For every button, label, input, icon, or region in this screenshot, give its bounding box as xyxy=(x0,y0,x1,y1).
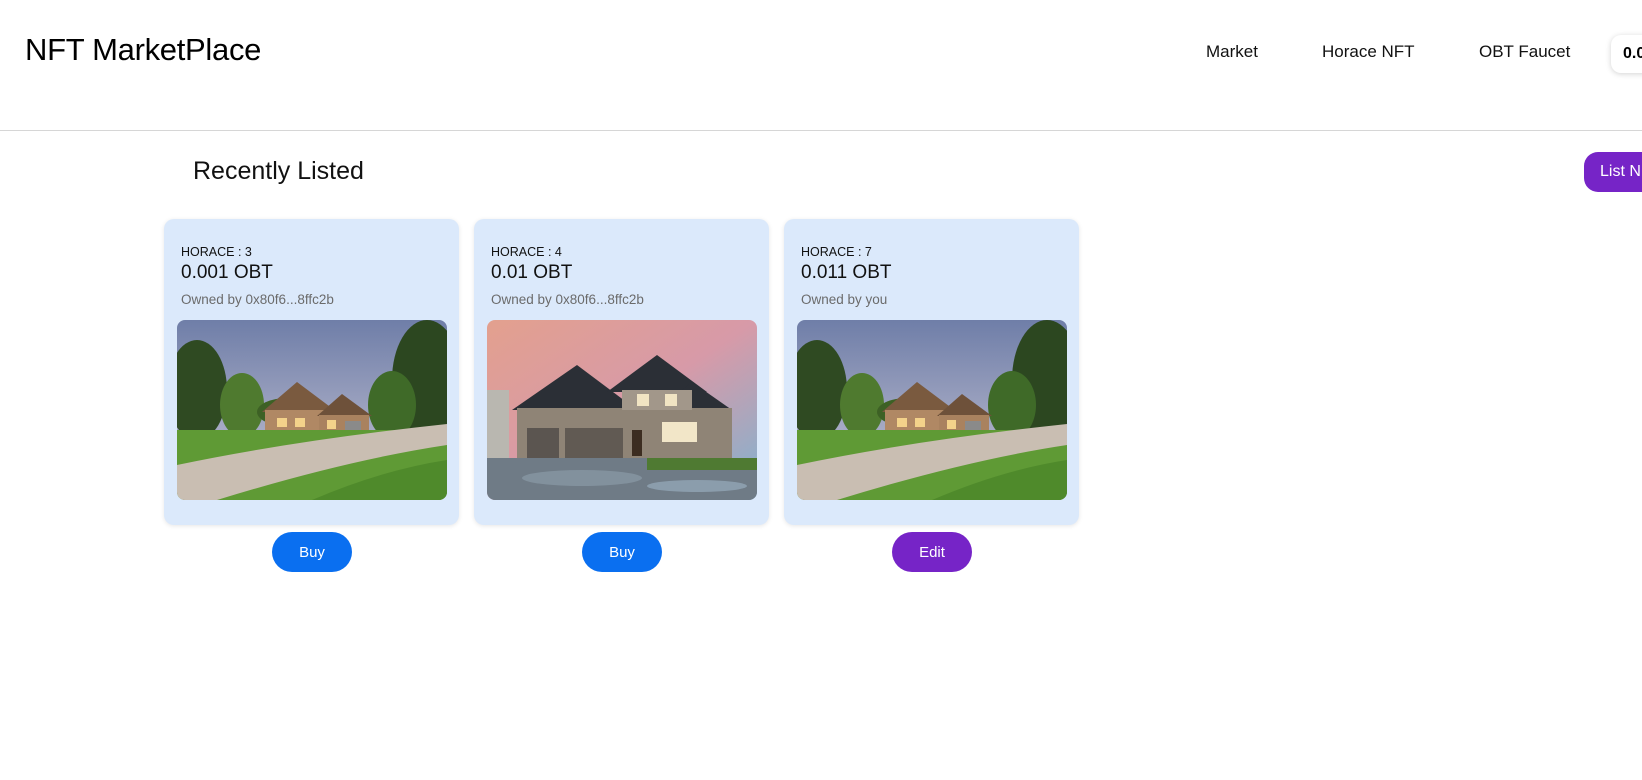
top-navbar: NFT MarketPlace Market Horace NFT OBT Fa… xyxy=(0,0,1642,131)
nft-image[interactable] xyxy=(797,320,1067,500)
nft-owner: Owned by 0x80f6...8ffc2b xyxy=(491,292,644,307)
nft-image[interactable] xyxy=(487,320,757,500)
nft-price: 0.001 OBT xyxy=(181,262,273,283)
edit-button[interactable]: Edit xyxy=(892,532,972,572)
house-photo-green-lawn xyxy=(797,320,1067,500)
nft-card[interactable]: HORACE : 3 0.001 OBT Owned by 0x80f6...8… xyxy=(164,219,459,525)
nav-market-link[interactable]: Market xyxy=(1206,42,1258,62)
nft-card[interactable]: HORACE : 4 0.01 OBT Owned by 0x80f6...8f… xyxy=(474,219,769,525)
nft-owner: Owned by 0x80f6...8ffc2b xyxy=(181,292,334,307)
nav-obt-faucet-link[interactable]: OBT Faucet xyxy=(1479,42,1570,62)
section-title: Recently Listed xyxy=(193,157,364,185)
house-photo-sunset xyxy=(487,320,757,500)
buy-button[interactable]: Buy xyxy=(272,532,352,572)
list-nft-button[interactable]: List NFT xyxy=(1584,152,1642,192)
nft-token-id: HORACE : 7 xyxy=(801,245,872,259)
nft-owner: Owned by you xyxy=(801,292,888,307)
brand-title[interactable]: NFT MarketPlace xyxy=(25,32,261,68)
nft-card[interactable]: HORACE : 7 0.011 OBT Owned by you xyxy=(784,219,1079,525)
nft-price: 0.01 OBT xyxy=(491,262,573,283)
nft-token-id: HORACE : 3 xyxy=(181,245,252,259)
nav-horace-nft-link[interactable]: Horace NFT xyxy=(1322,42,1415,62)
page: NFT MarketPlace Market Horace NFT OBT Fa… xyxy=(0,0,1642,780)
buy-button[interactable]: Buy xyxy=(582,532,662,572)
nft-image[interactable] xyxy=(177,320,447,500)
nft-token-id: HORACE : 4 xyxy=(491,245,562,259)
house-photo-green-lawn xyxy=(177,320,447,500)
wallet-balance-chip[interactable]: 0.0 xyxy=(1611,35,1642,73)
nft-price: 0.011 OBT xyxy=(801,262,892,283)
